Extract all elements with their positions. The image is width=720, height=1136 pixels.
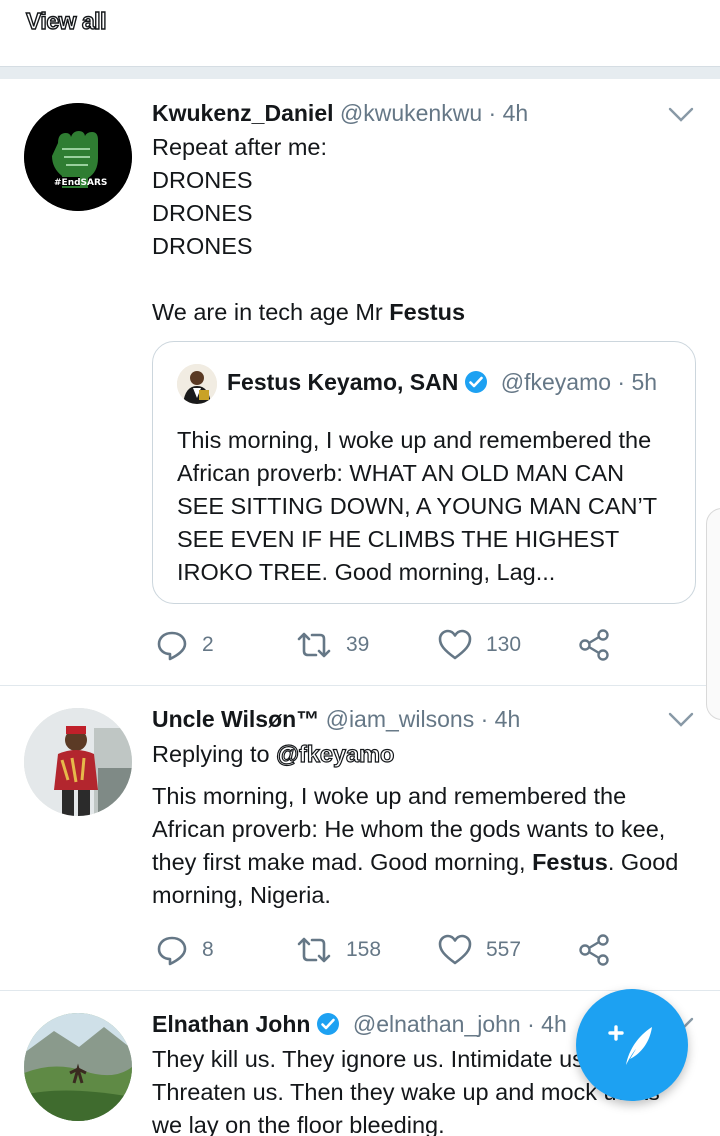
author-name[interactable]: Uncle Wilsøn™	[152, 706, 319, 732]
chevron-down-icon[interactable]	[668, 712, 694, 728]
quoted-author-name: Festus Keyamo, SAN	[227, 369, 459, 395]
tweet-header: Kwukenz_Daniel @kwukenkwu · 4h	[152, 100, 528, 127]
retweet-count: 158	[346, 938, 382, 961]
reply-icon	[157, 631, 187, 661]
quoted-author-handle: @fkeyamo	[500, 369, 612, 395]
view-all-link[interactable]: View all	[25, 7, 107, 35]
like-button[interactable]: 130	[438, 625, 521, 665]
tweet-text: Repeat after me: DRONES DRONES DRONES We…	[152, 134, 466, 325]
highlighted-keyword: Festus	[532, 849, 608, 875]
reply-icon	[157, 936, 187, 966]
highlighted-keyword: Festus	[389, 299, 466, 325]
tweet-item[interactable]: #EndSARS Kwukenz_Daniel @kwukenkwu · 4h …	[0, 79, 720, 685]
reply-count: 2	[202, 633, 214, 656]
quoted-tweet-time: · 5h	[617, 369, 658, 395]
like-icon	[438, 629, 472, 660]
tweet-time: · 4h	[527, 1011, 567, 1037]
quoted-tweet[interactable]: Festus Keyamo, SAN @fkeyamo · 5h This mo…	[152, 341, 696, 604]
share-icon	[579, 629, 609, 661]
reply-count: 8	[202, 938, 214, 961]
retweet-button[interactable]: 39	[296, 625, 369, 665]
section-divider	[0, 66, 720, 79]
chevron-down-icon[interactable]	[668, 107, 694, 123]
like-count: 557	[486, 938, 522, 961]
person-photo-icon	[177, 364, 217, 404]
author-name[interactable]: Kwukenz_Daniel	[152, 100, 334, 126]
share-button[interactable]	[578, 625, 610, 665]
share-icon	[579, 934, 609, 966]
quoted-tweet-text: This morning, I woke up and remembered t…	[177, 427, 657, 585]
retweet-icon	[297, 632, 331, 658]
retweet-icon	[297, 937, 331, 963]
reply-button[interactable]: 2	[156, 625, 214, 665]
compose-tweet-icon	[608, 1025, 652, 1065]
share-button[interactable]	[578, 930, 610, 970]
tweet-actions: 2 39 130	[152, 625, 652, 665]
tweet-text: This morning, I woke up and remembered t…	[152, 783, 679, 908]
author-name[interactable]: Elnathan John	[152, 1011, 310, 1037]
author-handle[interactable]: @kwukenkwu	[340, 100, 482, 126]
person-photo-icon	[24, 708, 132, 816]
endsars-fist-avatar-icon: #EndSARS	[24, 103, 132, 211]
conversation-header: View all	[0, 0, 720, 66]
author-handle[interactable]: @iam_wilsons	[326, 706, 475, 732]
like-count: 130	[486, 633, 522, 656]
fast-scroll-handle[interactable]	[706, 508, 720, 720]
avatar[interactable]: #EndSARS	[24, 103, 132, 211]
tweet-time: · 4h	[488, 100, 529, 126]
retweet-count: 39	[346, 633, 370, 656]
avatar[interactable]	[24, 708, 132, 816]
mention-link[interactable]: @fkeyamo	[276, 740, 395, 767]
tweet-actions: 8 158 557	[152, 930, 652, 970]
quoted-avatar	[177, 364, 217, 404]
like-button[interactable]: 557	[438, 930, 521, 970]
author-handle[interactable]: @elnathan_john	[353, 1011, 521, 1037]
like-icon	[438, 934, 472, 965]
replying-to: Replying to @fkeyamo	[152, 740, 395, 767]
landscape-photo-icon	[24, 1013, 132, 1121]
reply-button[interactable]: 8	[156, 930, 214, 970]
tweet-header: Elnathan John @elnathan_john · 4h	[152, 1011, 567, 1038]
verified-icon	[317, 1013, 340, 1035]
verified-icon	[465, 371, 488, 393]
tweet-item[interactable]: Uncle Wilsøn™ @iam_wilsons · 4h Replying…	[0, 686, 720, 990]
tweet-time: · 4h	[480, 706, 521, 732]
avatar[interactable]	[24, 1013, 132, 1121]
quoted-tweet-header: Festus Keyamo, SAN @fkeyamo · 5h	[227, 369, 657, 396]
svg-text:#EndSARS: #EndSARS	[54, 178, 107, 188]
retweet-button[interactable]: 158	[296, 930, 381, 970]
compose-tweet-button[interactable]	[576, 989, 688, 1101]
tweet-header: Uncle Wilsøn™ @iam_wilsons · 4h	[152, 706, 520, 733]
